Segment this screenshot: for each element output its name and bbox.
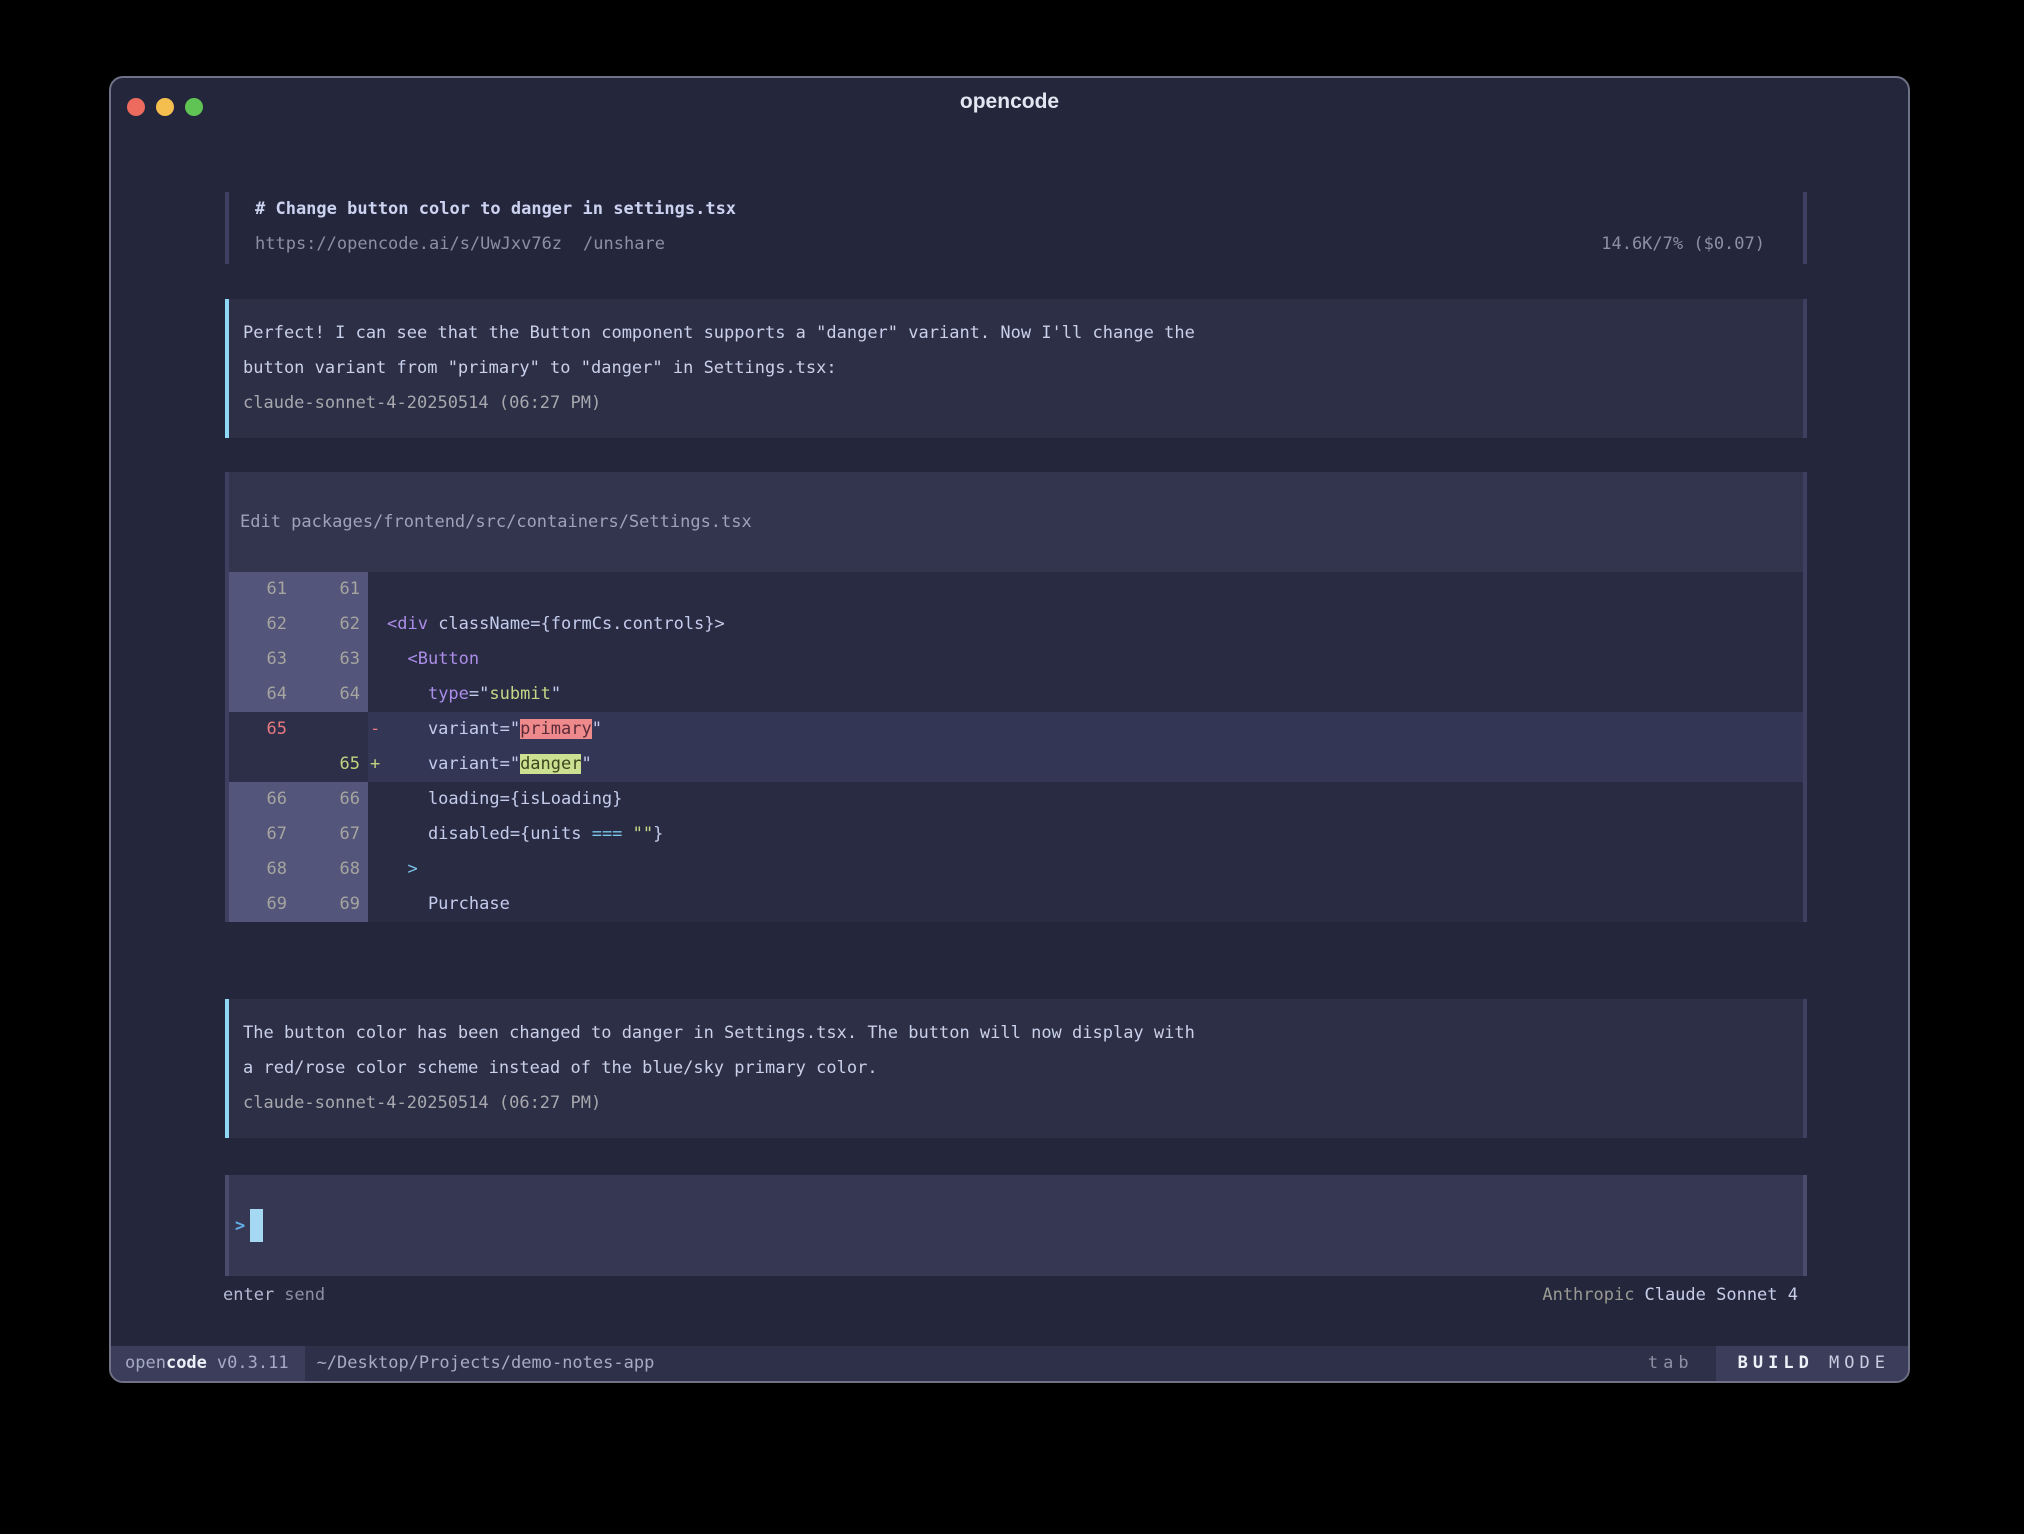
edit-right-border (1803, 472, 1807, 922)
old-line-number: 68 (225, 852, 287, 887)
tab-key-hint: tab (1648, 1346, 1694, 1381)
added-sign: + (370, 747, 387, 782)
code-line: disabled={units === ""} (387, 817, 663, 852)
code-line: <Button (387, 642, 479, 677)
new-line-number: 62 (287, 607, 365, 642)
message-text-line: Perfect! I can see that the Button compo… (243, 316, 1765, 351)
input-right-border (1803, 1175, 1807, 1276)
code-line: > (387, 852, 418, 887)
new-line-number: 66 (287, 782, 365, 817)
added-value-highlight: danger (520, 754, 581, 774)
edit-diff-block: Edit packages/frontend/src/containers/Se… (225, 472, 1807, 922)
old-line-number: 66 (225, 782, 287, 817)
hints-row: enter send Anthropic Claude Sonnet 4 (223, 1278, 1798, 1313)
unshare-command[interactable]: /unshare (583, 227, 665, 262)
diff-row: 6666 loading={isLoading} (225, 782, 1807, 817)
header-left-border (225, 192, 229, 264)
old-line-number: 67 (225, 817, 287, 852)
diff-row: 6767 disabled={units === ""} (225, 817, 1807, 852)
opencode-window: opencode # Change button color to danger… (109, 76, 1910, 1383)
removed-sign: - (370, 712, 387, 747)
enter-key-hint: enter (223, 1285, 274, 1305)
diff-row: 6464 type="submit" (225, 677, 1807, 712)
model-indicator: Anthropic Claude Sonnet 4 (1542, 1278, 1798, 1313)
code-line: type="submit" (387, 677, 561, 712)
code-line: variant="danger" (387, 747, 592, 782)
diff-row: 6868 > (225, 852, 1807, 887)
edit-left-border (225, 472, 229, 922)
diff-row: 6161 (225, 572, 1807, 607)
message-text-line: button variant from "primary" to "danger… (243, 351, 1765, 386)
working-directory: ~/Desktop/Projects/demo-notes-app (317, 1346, 655, 1381)
input-left-border (225, 1175, 229, 1276)
old-line-number (225, 747, 287, 782)
diff-row: 6969 Purchase (225, 887, 1807, 922)
edit-file-path: Edit packages/frontend/src/containers/Se… (240, 512, 752, 532)
diff-row-removed: 65 - variant="primary" (225, 712, 1807, 747)
model-timestamp: claude-sonnet-4-20250514 (06:27 PM) (243, 1086, 1765, 1121)
diff-row-added: 65 + variant="danger" (225, 747, 1807, 782)
code-line: Purchase (387, 887, 510, 922)
new-line-number: 69 (287, 887, 365, 922)
share-header: # Change button color to danger in setti… (225, 192, 1807, 264)
old-line-number: 65 (225, 712, 287, 747)
model-timestamp: claude-sonnet-4-20250514 (06:27 PM) (243, 386, 1765, 421)
message-right-border (1803, 299, 1807, 438)
new-line-number: 68 (287, 852, 365, 887)
code-line: variant="primary" (387, 712, 602, 747)
prompt-symbol: > (235, 1216, 245, 1236)
new-line-number: 61 (287, 572, 365, 607)
message-text-line: The button color has been changed to dan… (243, 1016, 1765, 1051)
assistant-message: The button color has been changed to dan… (225, 999, 1807, 1138)
status-bar: opencodev0.3.11 ~/Desktop/Projects/demo-… (111, 1346, 1908, 1381)
old-line-number: 63 (225, 642, 287, 677)
old-line-number: 62 (225, 607, 287, 642)
share-url[interactable]: https://opencode.ai/s/UwJxv76z (255, 227, 562, 262)
provider-name: Anthropic (1542, 1285, 1634, 1305)
app-version-segment: opencodev0.3.11 (111, 1346, 305, 1381)
send-label: send (284, 1285, 325, 1305)
code-line: loading={isLoading} (387, 782, 622, 817)
old-line-number: 61 (225, 572, 287, 607)
diff-row: 6262 <div className={formCs.controls}> (225, 607, 1807, 642)
message-accent-border (225, 999, 229, 1138)
new-line-number (287, 712, 365, 747)
new-line-number: 67 (287, 817, 365, 852)
new-line-number: 63 (287, 642, 365, 677)
code-line: <div className={formCs.controls}> (387, 607, 725, 642)
old-line-number: 69 (225, 887, 287, 922)
new-line-number: 65 (287, 747, 365, 782)
window-title: opencode (111, 90, 1908, 114)
diff-row: 6363 <Button (225, 642, 1807, 677)
old-line-number: 64 (225, 677, 287, 712)
assistant-message: Perfect! I can see that the Button compo… (225, 299, 1807, 438)
send-hint: enter send (223, 1278, 325, 1313)
version-label: v0.3.11 (217, 1353, 289, 1373)
message-accent-border (225, 299, 229, 438)
model-name: Claude Sonnet 4 (1644, 1285, 1798, 1305)
title-bar[interactable]: opencode (111, 78, 1908, 140)
removed-value-highlight: primary (520, 719, 592, 739)
message-right-border (1803, 999, 1807, 1138)
text-cursor (250, 1209, 263, 1242)
edit-file-header: Edit packages/frontend/src/containers/Se… (225, 472, 1807, 572)
token-usage-stats: 14.6K/7% ($0.07) (1601, 227, 1765, 262)
session-title: # Change button color to danger in setti… (255, 192, 736, 227)
prompt-input[interactable]: > (225, 1175, 1807, 1276)
new-line-number: 64 (287, 677, 365, 712)
message-text-line: a red/rose color scheme instead of the b… (243, 1051, 1765, 1086)
mode-segment: BUILD MODE (1716, 1346, 1908, 1381)
header-right-border (1803, 192, 1807, 264)
